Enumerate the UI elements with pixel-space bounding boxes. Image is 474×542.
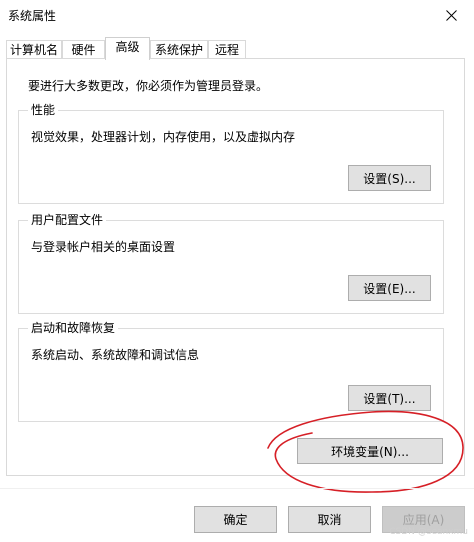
tab-advanced[interactable]: 高级 xyxy=(105,37,150,60)
startup-recovery-group-title: 启动和故障恢复 xyxy=(28,321,119,335)
cancel-button[interactable]: 取消 xyxy=(288,506,371,533)
performance-settings-button[interactable]: 设置(S)... xyxy=(348,165,431,191)
close-button[interactable] xyxy=(428,0,474,30)
tab-hardware[interactable]: 硬件 xyxy=(62,40,105,60)
footer-separator xyxy=(0,488,474,489)
close-icon xyxy=(445,9,457,21)
title-bar: 系统属性 xyxy=(0,0,474,30)
window-title: 系统属性 xyxy=(8,9,57,23)
startup-recovery-group: 启动和故障恢复 系统启动、系统故障和调试信息 设置(T)... xyxy=(18,321,444,422)
user-profiles-group: 用户配置文件 与登录帐户相关的桌面设置 设置(E)... xyxy=(18,213,444,314)
environment-variables-button[interactable]: 环境变量(N)... xyxy=(297,438,443,464)
tab-remote[interactable]: 远程 xyxy=(208,40,246,60)
tab-system-protection[interactable]: 系统保护 xyxy=(150,40,208,60)
startup-recovery-settings-button[interactable]: 设置(T)... xyxy=(348,385,431,411)
watermark: CSDN @seanxmu xyxy=(389,527,468,537)
performance-group: 性能 视觉效果，处理器计划，内存使用，以及虚拟内存 设置(S)... xyxy=(18,103,444,204)
admin-note: 要进行大多数更改，你必须作为管理员登录。 xyxy=(28,79,269,93)
performance-description: 视觉效果，处理器计划，内存使用，以及虚拟内存 xyxy=(31,130,296,144)
startup-recovery-description: 系统启动、系统故障和调试信息 xyxy=(31,348,200,362)
performance-group-title: 性能 xyxy=(28,103,59,117)
user-profiles-description: 与登录帐户相关的桌面设置 xyxy=(31,240,176,254)
user-profiles-settings-button[interactable]: 设置(E)... xyxy=(348,275,431,301)
ok-button[interactable]: 确定 xyxy=(194,506,277,533)
tab-computer-name[interactable]: 计算机名 xyxy=(6,40,62,60)
user-profiles-group-title: 用户配置文件 xyxy=(28,213,107,227)
